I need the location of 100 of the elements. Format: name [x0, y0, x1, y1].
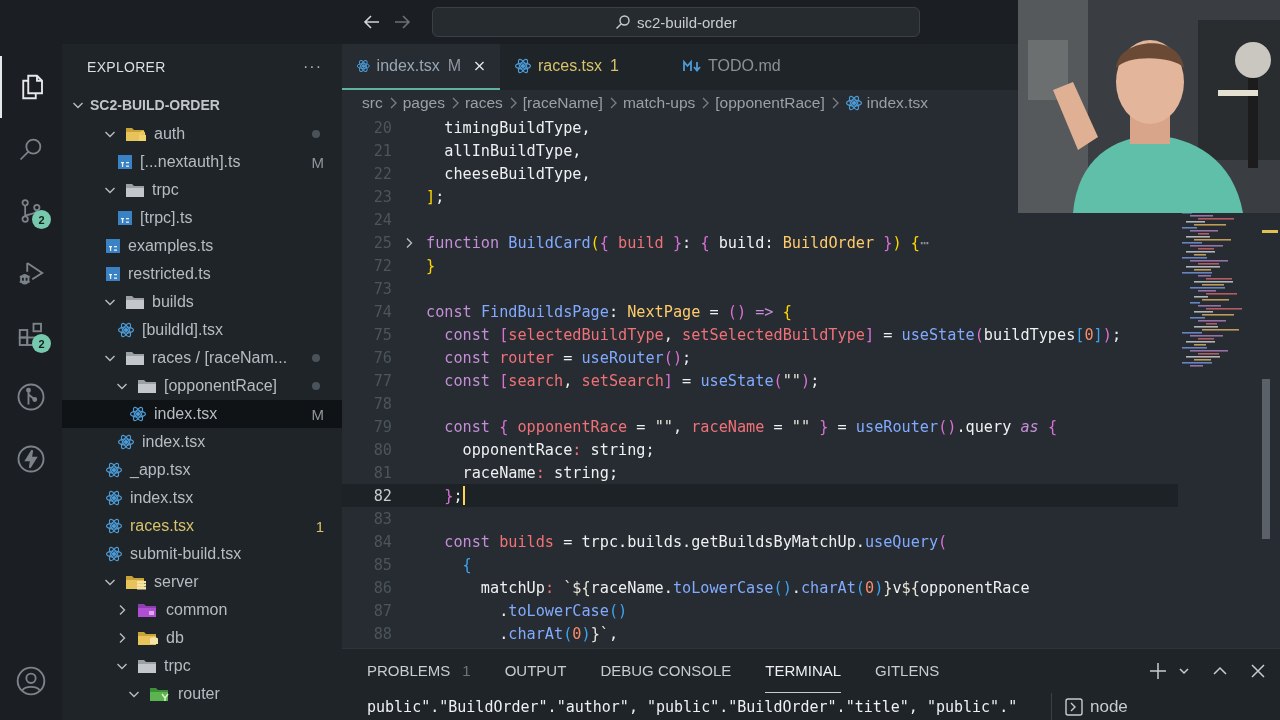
terminal-output: public"."BuildOrder"."author", "public"."BuildOrder"."title", "public"." — [366, 697, 1019, 716]
command-search-field[interactable]: sc2-build-order — [432, 7, 920, 37]
folder-icon — [125, 294, 145, 310]
breadcrumb-item[interactable]: pages — [402, 94, 445, 112]
breadcrumb-item[interactable]: [raceName] — [522, 94, 603, 112]
code-line: }; — [443, 486, 463, 505]
react-icon — [129, 405, 147, 423]
tree-item[interactable]: auth — [62, 120, 342, 148]
code-line: const FindBuildsPage: NextPage = () => { — [426, 302, 792, 321]
panel-tab[interactable]: DEBUG CONSOLE — [600, 649, 732, 693]
breadcrumb-item[interactable]: match-ups — [622, 94, 696, 112]
markdown-icon — [682, 59, 702, 73]
tree-item[interactable]: [...nextauth].ts M — [62, 148, 342, 176]
panel-tab[interactable]: OUTPUT — [504, 649, 567, 693]
folder-icon — [137, 378, 157, 394]
locked-folder-icon — [125, 126, 147, 142]
folder-icon — [137, 602, 159, 618]
account-icon[interactable] — [15, 665, 47, 697]
folder-icon — [125, 350, 145, 366]
breadcrumb-item[interactable]: races — [464, 94, 503, 112]
tree-item[interactable]: races.tsx 1 — [62, 512, 342, 540]
folder-icon — [125, 182, 145, 198]
typescript-file-icon — [105, 238, 121, 254]
code-line: opponentRace: string; — [461, 440, 655, 459]
typescript-file-icon — [105, 266, 121, 282]
breadcrumb-item[interactable]: index.tsx — [866, 94, 928, 112]
git-circle-icon[interactable] — [16, 382, 46, 412]
tree-item[interactable]: [opponentRace] — [62, 372, 342, 400]
count-badge: 2 — [32, 210, 51, 229]
text-cursor — [462, 486, 465, 505]
code-line: timingBuildType, — [443, 118, 591, 137]
tree-item[interactable]: submit-build.tsx — [62, 540, 342, 568]
panel-tab[interactable]: GITLENS — [875, 649, 940, 693]
breadcrumb-item[interactable]: src — [362, 94, 383, 112]
react-icon — [105, 461, 123, 479]
server-folder-icon — [125, 574, 147, 590]
panel-tab[interactable]: PROBLEMS 1 — [367, 649, 471, 693]
code-line: function BuildCard({ build }: { build: BuildOrder }) {⋯ — [426, 233, 930, 252]
code-line: allInBuildType, — [443, 141, 582, 160]
close-icon[interactable] — [1250, 663, 1266, 679]
tree-item[interactable]: examples.ts — [62, 232, 342, 260]
terminal-list-item[interactable]: node — [1051, 693, 1128, 720]
react-icon — [117, 321, 135, 339]
code-line: const [search, setSearch] = useState(""); — [443, 371, 820, 390]
react-icon — [105, 517, 123, 535]
editor-tab[interactable]: index.tsx M — [342, 44, 500, 90]
lightning-icon[interactable] — [16, 444, 46, 474]
tree-item[interactable]: trpc — [62, 652, 342, 680]
tree-item[interactable]: index.tsx M — [62, 400, 342, 428]
react-icon — [514, 57, 532, 75]
editor-tab[interactable]: TODO.md — [660, 44, 800, 90]
folder-icon — [137, 658, 157, 674]
code-line: matchUp: `${raceName.toLowerCase().charAt(0)}v${opponentRace — [479, 578, 1030, 597]
folder-icon — [149, 686, 171, 702]
tree-item[interactable]: server — [62, 568, 342, 596]
tree-item[interactable]: router — [62, 680, 342, 708]
tree-item[interactable]: trpc — [62, 176, 342, 204]
more-actions-button[interactable]: ··· — [303, 58, 322, 76]
tree-item[interactable]: index.tsx — [62, 484, 342, 512]
code-line: ]; — [426, 187, 445, 206]
code-line: const { opponentRace = "", raceName = "" } = useRouter().query as { — [443, 417, 1058, 436]
tree-item[interactable]: races / [raceNam... — [62, 344, 342, 372]
tree-item[interactable]: index.tsx — [62, 428, 342, 456]
react-icon — [105, 489, 123, 507]
scrollbar-thumb[interactable] — [1262, 379, 1270, 539]
plus-icon[interactable] — [1148, 661, 1168, 681]
tree-item[interactable]: restricted.ts — [62, 260, 342, 288]
code-line: raceName: string; — [461, 463, 619, 482]
line-number: 82 — [372, 486, 392, 505]
code-line: } — [426, 256, 436, 275]
tree-item[interactable]: builds — [62, 288, 342, 316]
code-line: const [selectedBuildType, setSelectedBuildType] = useState(buildTypes[0]); — [443, 325, 1122, 344]
search-icon — [614, 14, 631, 30]
tree-item[interactable]: db — [62, 624, 342, 652]
tree-item[interactable]: SC2-BUILD-ORDER — [62, 90, 342, 120]
code-line: const router = useRouter(); — [443, 348, 692, 367]
react-icon — [105, 545, 123, 563]
code-line: .toLowerCase() — [498, 601, 628, 620]
overview-ruler-mark — [1262, 230, 1278, 233]
tree-item[interactable]: _app.tsx — [62, 456, 342, 484]
react-icon — [356, 57, 371, 75]
database-folder-icon — [137, 630, 159, 646]
tree-item[interactable]: [buildId].tsx — [62, 316, 342, 344]
editor-tab[interactable]: races.tsx 1 — [500, 44, 660, 90]
code-line: .charAt(0)}`, — [498, 624, 619, 643]
react-icon — [844, 94, 863, 112]
count-badge: 2 — [32, 334, 51, 353]
code-line: cheeseBuildType, — [443, 164, 591, 183]
panel-tab[interactable]: TERMINAL — [765, 649, 842, 693]
chevron-down-icon[interactable] — [1178, 665, 1190, 677]
typescript-file-icon — [117, 210, 133, 226]
tree-item[interactable]: common — [62, 596, 342, 624]
panel-title: EXPLORER — [87, 59, 166, 75]
code-line: const builds = trpc.builds.getBuildsByMatchUp.useQuery( — [443, 532, 948, 551]
terminal-icon — [1064, 697, 1084, 717]
react-icon — [117, 433, 135, 451]
typescript-file-icon — [117, 154, 133, 170]
code-line: { — [461, 555, 472, 574]
breadcrumb-item[interactable]: [opponentRace] — [715, 94, 825, 112]
tree-item[interactable]: [trpc].ts — [62, 204, 342, 232]
